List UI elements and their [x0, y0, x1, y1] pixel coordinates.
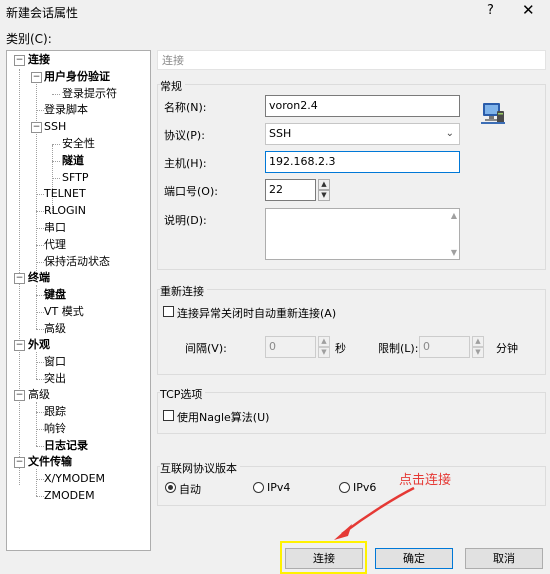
tree-item-window[interactable]: 窗口 [44, 354, 66, 370]
tree-item-terminal[interactable]: 终端 [28, 270, 50, 286]
tree-item-bell[interactable]: 响铃 [44, 421, 66, 437]
tree-item-telnet[interactable]: TELNET [44, 186, 86, 202]
tree-item-connection[interactable]: 连接 [28, 52, 50, 68]
tree-item-proxy[interactable]: 代理 [44, 237, 66, 253]
auto-reconnect-label: 连接异常关闭时自动重新连接(A) [177, 307, 337, 320]
interval-label: 间隔(V): [185, 342, 227, 355]
name-field[interactable]: voron2.4 [265, 95, 460, 117]
expand-icon[interactable]: − [14, 273, 25, 284]
reconnect-group-title: 重新连接 [160, 283, 207, 299]
protocol-label: 协议(P): [164, 129, 205, 142]
description-textarea[interactable]: ▲ ▼ [265, 208, 460, 260]
protocol-value: SSH [269, 127, 292, 140]
nagle-label: 使用Nagle算法(U) [177, 411, 270, 424]
tree-item-logging[interactable]: 日志记录 [44, 438, 88, 454]
annotation-arrow-icon [334, 486, 415, 540]
scroll-down-icon[interactable]: ▼ [451, 248, 457, 257]
tree-item-vt-mode[interactable]: VT 模式 [44, 304, 84, 320]
tree-item-trace[interactable]: 跟踪 [44, 404, 66, 420]
tree-item-terminal-advanced[interactable]: 高级 [44, 321, 66, 337]
expand-icon[interactable]: − [14, 457, 25, 468]
category-tree[interactable]: − 连接 − 用户身份验证 登录提示符 登录脚本 − SSH 安全性 隧道 SF… [6, 50, 151, 551]
reconnect-group [157, 289, 546, 375]
tree-item-login-script[interactable]: 登录脚本 [44, 102, 88, 118]
interval-unit: 秒 [335, 342, 346, 355]
tree-item-xymodem[interactable]: X/YMODEM [44, 471, 105, 487]
tree-item-rlogin[interactable]: RLOGIN [44, 203, 86, 219]
host-label: 主机(H): [164, 157, 207, 170]
tree-item-keyboard[interactable]: 键盘 [44, 287, 66, 303]
ip-auto-radio[interactable] [165, 482, 176, 493]
port-label: 端口号(O): [164, 185, 218, 198]
section-header: 连接 [157, 50, 546, 70]
expand-icon[interactable]: − [31, 72, 42, 83]
limit-label: 限制(L): [378, 342, 419, 355]
tree-item-sftp[interactable]: SFTP [62, 170, 88, 186]
tcp-group-title: TCP选项 [160, 386, 206, 402]
tree-item-file-transfer[interactable]: 文件传输 [28, 454, 72, 470]
window-title: 新建会话属性 [6, 6, 79, 20]
tree-item-user-auth[interactable]: 用户身份验证 [44, 69, 110, 85]
expand-icon[interactable]: − [31, 122, 42, 133]
auto-reconnect-checkbox[interactable] [163, 306, 174, 317]
expand-icon[interactable]: − [14, 55, 25, 66]
tree-item-appearance[interactable]: 外观 [28, 337, 50, 353]
ipv4-label: IPv4 [267, 481, 291, 494]
protocol-select[interactable]: SSH ⌄ [265, 123, 460, 145]
limit-field[interactable]: 0 [419, 336, 470, 358]
close-button[interactable]: ✕ [522, 1, 535, 19]
ip-auto-label: 自动 [179, 483, 201, 496]
port-down-icon[interactable]: ▼ [318, 190, 330, 201]
tree-item-keepalive[interactable]: 保持活动状态 [44, 254, 110, 270]
tree-item-serial[interactable]: 串口 [44, 220, 66, 236]
tree-item-highlight[interactable]: 突出 [44, 371, 66, 387]
tree-item-tunnel[interactable]: 隧道 [62, 153, 84, 169]
cancel-button[interactable]: 取消 [465, 548, 543, 569]
help-button[interactable]: ? [487, 3, 494, 18]
tree-item-advanced[interactable]: 高级 [28, 387, 50, 403]
host-field[interactable]: 192.168.2.3 [265, 151, 460, 173]
connect-button[interactable]: 连接 [285, 548, 363, 569]
ipv4-radio[interactable] [253, 482, 264, 493]
port-field[interactable]: 22 [265, 179, 316, 201]
expand-icon[interactable]: − [14, 390, 25, 401]
tree-item-security[interactable]: 安全性 [62, 136, 95, 152]
limit-up-icon[interactable]: ▲ [472, 336, 484, 347]
name-label: 名称(N): [164, 101, 207, 114]
general-group-title: 常规 [160, 78, 185, 94]
interval-up-icon[interactable]: ▲ [318, 336, 330, 347]
limit-down-icon[interactable]: ▼ [472, 347, 484, 358]
port-up-icon[interactable]: ▲ [318, 179, 330, 190]
chevron-down-icon: ⌄ [445, 128, 454, 139]
category-label: 类别(C): [6, 32, 52, 46]
ok-button[interactable]: 确定 [375, 548, 453, 569]
interval-down-icon[interactable]: ▼ [318, 347, 330, 358]
description-label: 说明(D): [164, 214, 207, 227]
scroll-up-icon[interactable]: ▲ [451, 211, 457, 220]
expand-icon[interactable]: − [14, 340, 25, 351]
ip-version-group-title: 互联网协议版本 [160, 460, 240, 476]
tree-item-zmodem[interactable]: ZMODEM [44, 488, 95, 504]
nagle-checkbox[interactable] [163, 410, 174, 421]
interval-field[interactable]: 0 [265, 336, 316, 358]
network-computer-icon [481, 103, 505, 124]
tree-item-ssh[interactable]: SSH [44, 119, 66, 135]
tree-item-login-prompt[interactable]: 登录提示符 [62, 86, 117, 102]
limit-unit: 分钟 [496, 342, 518, 355]
